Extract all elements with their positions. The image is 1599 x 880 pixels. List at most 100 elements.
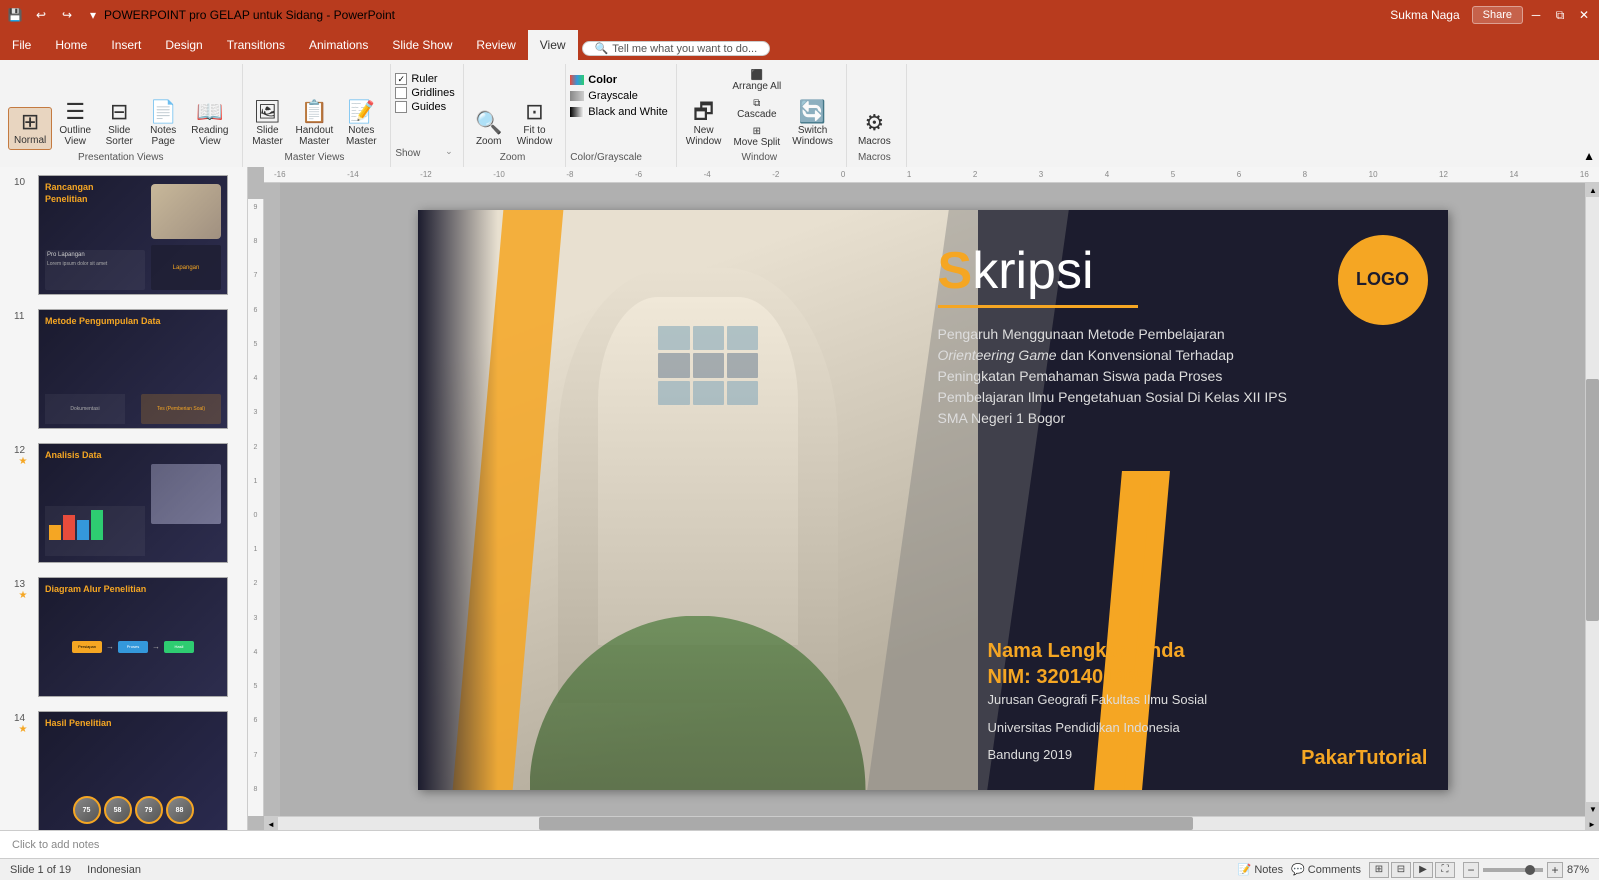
slide-sorter-button[interactable]: ⊟ SlideSorter: [98, 98, 140, 150]
restore-btn[interactable]: ⧉: [1549, 4, 1571, 26]
zoom-slider[interactable]: [1483, 868, 1543, 872]
slide-name: Nama Lengkap Anda: [988, 638, 1185, 664]
bw-option[interactable]: Black and White: [570, 104, 667, 120]
zoom-icon: 🔍: [475, 112, 502, 134]
new-window-button[interactable]: 🗗 NewWindow: [681, 98, 727, 150]
zoom-button[interactable]: 🔍 Zoom: [468, 109, 510, 150]
slide-num-12: 12: [14, 443, 32, 456]
share-button[interactable]: Share: [1472, 6, 1523, 24]
move-split-button[interactable]: ⊞ Move Split: [728, 124, 785, 150]
tab-view[interactable]: View: [528, 30, 578, 60]
slide-master-button[interactable]: 🖼 SlideMaster: [247, 98, 289, 150]
title-underline: [938, 305, 1138, 308]
grayscale-option[interactable]: Grayscale: [570, 88, 667, 104]
slideshow-status-btn[interactable]: ⛶: [1435, 862, 1455, 878]
customize-quick-btn[interactable]: ▾: [82, 4, 104, 26]
slide-13-star: ★: [19, 590, 28, 601]
notes-page-icon: 📄: [150, 101, 177, 123]
slide-thumb-12[interactable]: 12 ★ Analisis Data: [4, 437, 243, 569]
brand-watermark: PakarTutorial: [1301, 747, 1427, 770]
minimize-btn[interactable]: ─: [1525, 4, 1547, 26]
scroll-thumb-v[interactable]: [1586, 379, 1599, 621]
ribbon-group-master-views: 🖼 SlideMaster 📋 HandoutMaster 📝 NotesMas…: [243, 64, 392, 167]
color-option[interactable]: Color: [570, 72, 667, 88]
reading-view-status-btn[interactable]: ▶: [1413, 862, 1433, 878]
scroll-left-btn[interactable]: ◄: [264, 817, 278, 830]
scroll-right-btn[interactable]: ►: [1585, 817, 1599, 830]
tab-file[interactable]: File: [0, 30, 43, 60]
notes-status-btn[interactable]: 📝 Notes: [1238, 863, 1283, 876]
normal-view-button[interactable]: ⊞ Normal: [8, 107, 52, 150]
presentation-views-label: Presentation Views: [78, 150, 163, 167]
sorter-view-status-btn[interactable]: ⊟: [1391, 862, 1411, 878]
grayscale-label: Grayscale: [588, 90, 638, 102]
redo-quick-btn[interactable]: ↪: [56, 4, 78, 26]
fit-window-button[interactable]: ⊡ Fit toWindow: [512, 98, 558, 150]
slide-thumb-10[interactable]: 10 Rancangan Penelitian Pro Lapangan Lor…: [4, 169, 243, 301]
main-area: 10 Rancangan Penelitian Pro Lapangan Lor…: [0, 167, 1599, 830]
institution-2: Universitas Pendidikan Indonesia: [988, 718, 1208, 738]
handout-master-button[interactable]: 📋 HandoutMaster: [291, 98, 339, 150]
notes-page-button[interactable]: 📄 NotesPage: [142, 98, 184, 150]
guides-checkbox[interactable]: Guides: [395, 100, 454, 114]
save-quick-btn[interactable]: 💾: [4, 4, 26, 26]
slide-panel: 10 Rancangan Penelitian Pro Lapangan Lor…: [0, 167, 248, 830]
comments-status-btn[interactable]: 💬 Comments: [1291, 863, 1361, 876]
arrange-all-button[interactable]: ⬛ Arrange All: [728, 68, 785, 94]
slide-thumb-11[interactable]: 11 Metode Pengumpulan Data Dokumentasi T…: [4, 303, 243, 435]
reading-view-button[interactable]: 📖 ReadingView: [186, 98, 233, 150]
logo-circle: LOGO: [1338, 235, 1428, 325]
macros-buttons: ⚙ Macros: [853, 64, 896, 150]
slide-img-10: Rancangan Penelitian Pro Lapangan Lorem …: [38, 175, 228, 295]
main-slide[interactable]: LOGO Skripsi Pengaruh Menggunaan Metode …: [418, 210, 1448, 790]
tab-insert[interactable]: Insert: [99, 30, 153, 60]
scroll-thumb-h[interactable]: [539, 817, 1193, 830]
notes-master-button[interactable]: 📝 NotesMaster: [340, 98, 382, 150]
slide-thumb-13[interactable]: 13 ★ Diagram Alur Penelitian Persiapan →…: [4, 571, 243, 703]
tab-transitions[interactable]: Transitions: [215, 30, 297, 60]
zoom-in-btn[interactable]: +: [1547, 862, 1563, 878]
slide-img-13: Diagram Alur Penelitian Persiapan → Pros…: [38, 577, 228, 697]
slide-num-14: 14: [14, 711, 32, 724]
switch-icon: 🔄: [799, 101, 826, 123]
show-expand-btn[interactable]: ⌄: [443, 144, 455, 159]
color-swatch: [570, 75, 584, 85]
tab-home[interactable]: Home: [43, 30, 99, 60]
normal-icon: ⊞: [21, 111, 39, 133]
tell-me-input[interactable]: 🔍 Tell me what you want to do...: [582, 41, 771, 56]
cascade-button[interactable]: ⧉ Cascade: [728, 96, 785, 122]
zoom-out-btn[interactable]: −: [1463, 862, 1479, 878]
slide-thumb-14[interactable]: 14 ★ Hasil Penelitian 75 58 79 88: [4, 705, 243, 830]
scroll-down-btn[interactable]: ▼: [1586, 802, 1599, 816]
window-buttons: 🗗 NewWindow ⬛ Arrange All ⧉ Cascade ⊞ Mo…: [681, 64, 838, 150]
tab-slideshow[interactable]: Slide Show: [380, 30, 464, 60]
slide-canvas[interactable]: LOGO Skripsi Pengaruh Menggunaan Metode …: [280, 183, 1585, 816]
zoom-thumb: [1525, 865, 1535, 875]
tab-review[interactable]: Review: [464, 30, 527, 60]
horizontal-scrollbar[interactable]: ◄ ►: [264, 816, 1599, 830]
ruler-checkbox[interactable]: ✓ Ruler: [395, 72, 454, 86]
close-btn[interactable]: ✕: [1573, 4, 1595, 26]
notes-area[interactable]: Click to add notes: [0, 830, 1599, 858]
scroll-track-v[interactable]: [1586, 197, 1599, 802]
scroll-up-btn[interactable]: ▲: [1586, 183, 1599, 197]
vertical-scrollbar[interactable]: ▲ ▼: [1585, 183, 1599, 816]
gridlines-checkmark: [395, 87, 407, 99]
thumb-13-label: Diagram Alur Penelitian: [45, 584, 146, 594]
undo-quick-btn[interactable]: ↩: [30, 4, 52, 26]
title-rest: kripsi: [972, 242, 1093, 300]
guides-label: Guides: [411, 101, 446, 113]
outline-view-button[interactable]: ☰ OutlineView: [54, 98, 96, 150]
slide-info: Slide 1 of 19: [10, 864, 71, 876]
tab-animations[interactable]: Animations: [297, 30, 380, 60]
ribbon-expand-btn[interactable]: ▲: [1579, 145, 1599, 167]
scroll-track-h[interactable]: [278, 817, 1585, 830]
logo-text: LOGO: [1356, 269, 1409, 290]
tab-design[interactable]: Design: [153, 30, 214, 60]
gridlines-checkbox[interactable]: Gridlines: [395, 86, 454, 100]
slide-img-14: Hasil Penelitian 75 58 79 88: [38, 711, 228, 830]
switch-windows-button[interactable]: 🔄 SwitchWindows: [787, 98, 838, 150]
comments-status-label: Comments: [1308, 864, 1361, 876]
normal-view-status-btn[interactable]: ⊞: [1369, 862, 1389, 878]
macros-button[interactable]: ⚙ Macros: [853, 109, 896, 150]
